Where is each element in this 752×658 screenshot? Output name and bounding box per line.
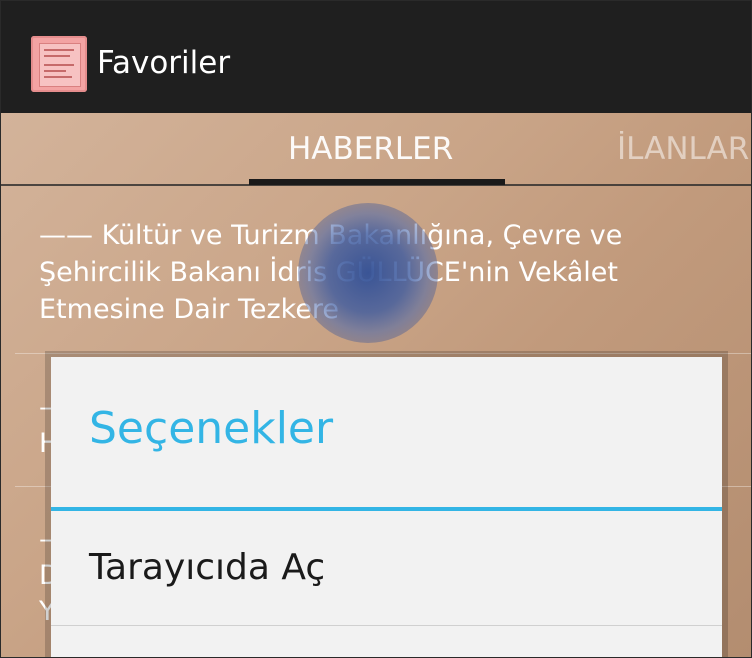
- action-bar: Favoriler: [1, 1, 751, 113]
- tab-ilanlar[interactable]: İLANLAR: [617, 131, 749, 167]
- options-dialog: Seçenekler Tarayıcıda Aç: [51, 357, 722, 657]
- option-divider: [51, 625, 722, 626]
- open-in-browser-option[interactable]: Tarayıcıda Aç: [89, 547, 325, 588]
- dialog-title-divider: [51, 507, 722, 511]
- action-bar-title: Favoriler: [97, 45, 231, 81]
- tab-haberler[interactable]: HABERLER: [288, 131, 453, 167]
- newspaper-app-icon[interactable]: [31, 36, 87, 92]
- touch-indicator: [298, 203, 438, 343]
- tab-selected-indicator: [249, 179, 505, 185]
- dialog-title: Seçenekler: [89, 403, 334, 454]
- tab-strip: HABERLER İLANLAR: [1, 113, 751, 189]
- device-screen: Favoriler HABERLER İLANLAR —— Kültür ve …: [0, 0, 752, 658]
